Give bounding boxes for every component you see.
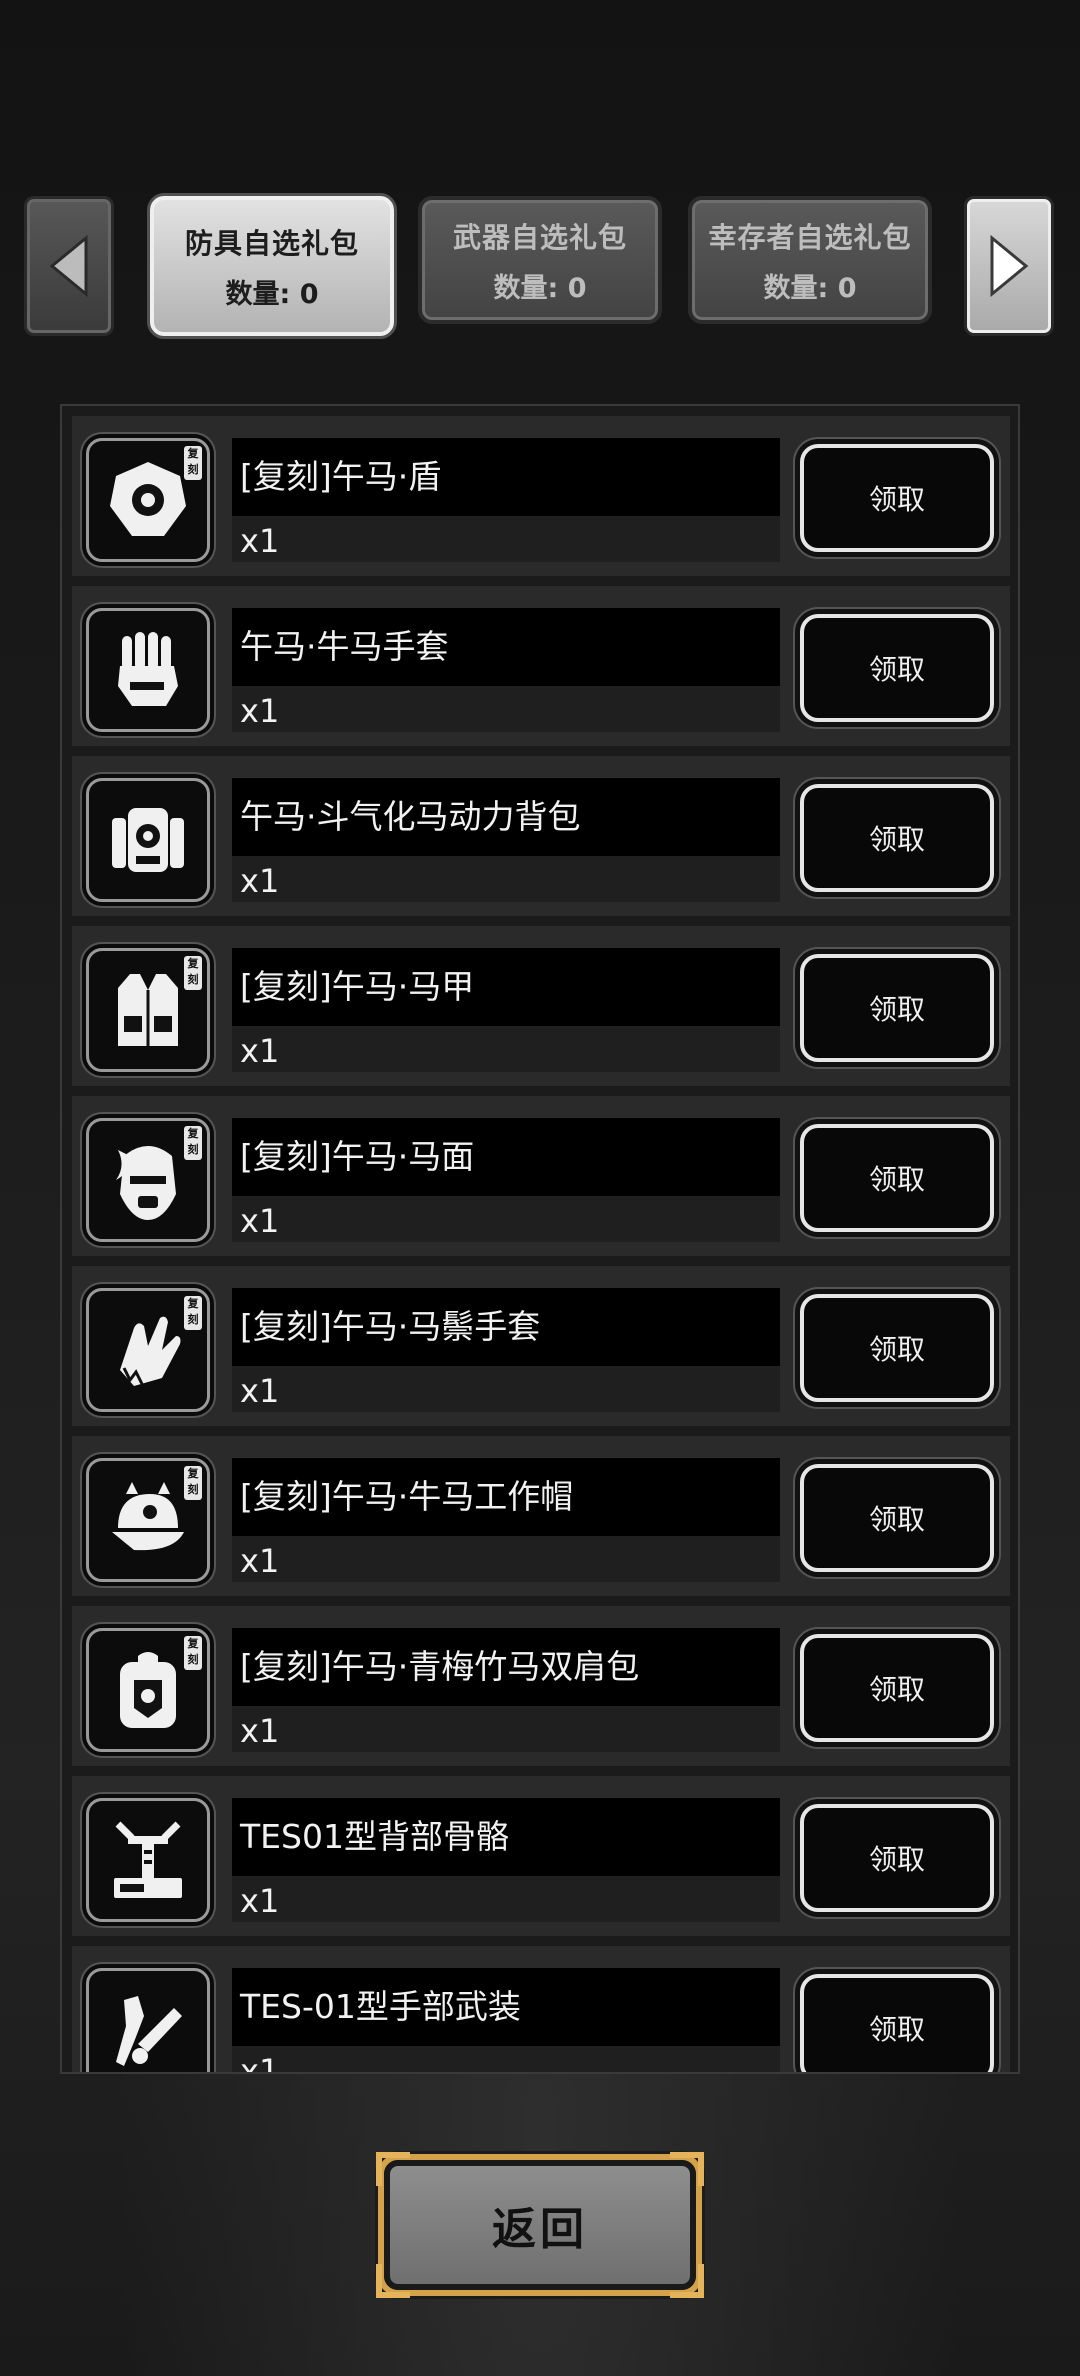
- list-item: 复刻 [复刻]午马·马面 x1 领取: [72, 1096, 1010, 1256]
- gift-pack-screen: 防具自选礼包 数量: 0 武器自选礼包 数量: 0 幸存者自选礼包 数量: 0 …: [0, 0, 1080, 2376]
- item-name: [复刻]午马·盾: [232, 438, 780, 516]
- list-item: 复刻 [复刻]午马·马鬃手套 x1 领取: [72, 1266, 1010, 1426]
- item-icon-frame: 复刻: [86, 948, 210, 1072]
- tab-count: 数量: 0: [763, 272, 857, 304]
- item-quantity: x1: [232, 516, 780, 562]
- item-quantity: x1: [232, 1196, 780, 1242]
- claim-button[interactable]: 领取: [800, 784, 994, 892]
- vest-icon: [118, 974, 178, 1046]
- item-icon-frame: 复刻: [86, 1458, 210, 1582]
- backpack-icon: [120, 1652, 176, 1728]
- power-backpack-icon: [112, 808, 184, 872]
- item-icon-frame: 复刻: [86, 1628, 210, 1752]
- item-name: [复刻]午马·牛马工作帽: [232, 1458, 780, 1536]
- tab-survivor-pack[interactable]: 幸存者自选礼包 数量: 0: [688, 196, 932, 324]
- recast-badge: 复刻: [184, 1636, 202, 1670]
- tab-armor-pack[interactable]: 防具自选礼包 数量: 0: [150, 196, 394, 336]
- item-quantity: x1: [232, 1026, 780, 1072]
- recast-badge: 复刻: [184, 446, 202, 480]
- shield-icon: [110, 462, 186, 536]
- item-icon-frame: 复刻: [86, 1288, 210, 1412]
- claim-button[interactable]: 领取: [800, 1294, 994, 1402]
- tab-label: 武器自选礼包: [452, 220, 627, 254]
- item-name: [复刻]午马·马鬃手套: [232, 1288, 780, 1366]
- item-quantity: x1: [232, 1876, 780, 1922]
- recast-badge: 复刻: [184, 956, 202, 990]
- item-icon-frame: [86, 608, 210, 732]
- claim-button[interactable]: 领取: [800, 1974, 994, 2072]
- return-button[interactable]: 返回: [376, 2152, 704, 2298]
- arrow-right-icon: [990, 234, 1029, 298]
- corner-ornament: [670, 2264, 704, 2298]
- next-tab-button[interactable]: [964, 196, 1054, 336]
- item-name: [复刻]午马·马面: [232, 1118, 780, 1196]
- arrow-left-icon: [49, 234, 88, 298]
- return-label: 返回: [492, 2204, 588, 2255]
- list-item: 复刻 [复刻]午马·青梅竹马双肩包 x1 领取: [72, 1606, 1010, 1766]
- list-item: TES-01型手部武装 x1 领取: [72, 1946, 1010, 2072]
- item-name: 午马·斗气化马动力背包: [232, 778, 780, 856]
- horse-mask-icon: [116, 1146, 176, 1220]
- item-quantity: x1: [232, 1366, 780, 1412]
- item-name: 午马·牛马手套: [232, 608, 780, 686]
- claim-button[interactable]: 领取: [800, 1634, 994, 1742]
- tab-count: 数量: 0: [225, 278, 319, 310]
- claim-button[interactable]: 领取: [800, 614, 994, 722]
- item-icon-frame: [86, 778, 210, 902]
- glove-icon: [118, 632, 178, 706]
- tab-count: 数量: 0: [493, 272, 587, 304]
- item-quantity: x1: [232, 1706, 780, 1752]
- item-list-panel[interactable]: 复刻 [复刻]午马·盾 x1 领取 午马·牛马手套 x1 领取 午马·斗气化马动…: [60, 404, 1020, 2074]
- corner-ornament: [670, 2152, 704, 2186]
- corner-ornament: [376, 2264, 410, 2298]
- item-quantity: x1: [232, 2046, 780, 2072]
- item-name: [复刻]午马·马甲: [232, 948, 780, 1026]
- list-item: 复刻 [复刻]午马·牛马工作帽 x1 领取: [72, 1436, 1010, 1596]
- item-icon-frame: 复刻: [86, 438, 210, 562]
- claim-button[interactable]: 领取: [800, 1464, 994, 1572]
- prev-tab-button[interactable]: [24, 196, 114, 336]
- recast-badge: 复刻: [184, 1126, 202, 1160]
- item-quantity: x1: [232, 856, 780, 902]
- recast-badge: 复刻: [184, 1466, 202, 1500]
- claim-button[interactable]: 领取: [800, 954, 994, 1062]
- item-quantity: x1: [232, 686, 780, 732]
- arm-weapon-icon: [116, 1996, 182, 2066]
- corner-ornament: [376, 2152, 410, 2186]
- list-item: 午马·斗气化马动力背包 x1 领取: [72, 756, 1010, 916]
- list-item: TES01型背部骨骼 x1 领取: [72, 1776, 1010, 1936]
- item-name: TES-01型手部武装: [232, 1968, 780, 2046]
- claim-button[interactable]: 领取: [800, 444, 994, 552]
- item-name: [复刻]午马·青梅竹马双肩包: [232, 1628, 780, 1706]
- item-name: TES01型背部骨骼: [232, 1798, 780, 1876]
- claim-button[interactable]: 领取: [800, 1124, 994, 1232]
- tab-weapon-pack[interactable]: 武器自选礼包 数量: 0: [418, 196, 662, 324]
- item-icon-frame: [86, 1798, 210, 1922]
- exoskeleton-icon: [114, 1821, 182, 1898]
- item-icon-frame: [86, 1968, 210, 2072]
- item-quantity: x1: [232, 1536, 780, 1582]
- work-cap-icon: [112, 1482, 184, 1551]
- item-icon-frame: 复刻: [86, 1118, 210, 1242]
- recast-badge: 复刻: [184, 1296, 202, 1330]
- tab-label: 防具自选礼包: [184, 226, 359, 260]
- list-item: 复刻 [复刻]午马·马甲 x1 领取: [72, 926, 1010, 1086]
- list-item: 午马·牛马手套 x1 领取: [72, 586, 1010, 746]
- tab-label: 幸存者自选礼包: [708, 220, 912, 254]
- claim-button[interactable]: 领取: [800, 1804, 994, 1912]
- list-item: 复刻 [复刻]午马·盾 x1 领取: [72, 416, 1010, 576]
- mane-glove-icon: [120, 1316, 181, 1386]
